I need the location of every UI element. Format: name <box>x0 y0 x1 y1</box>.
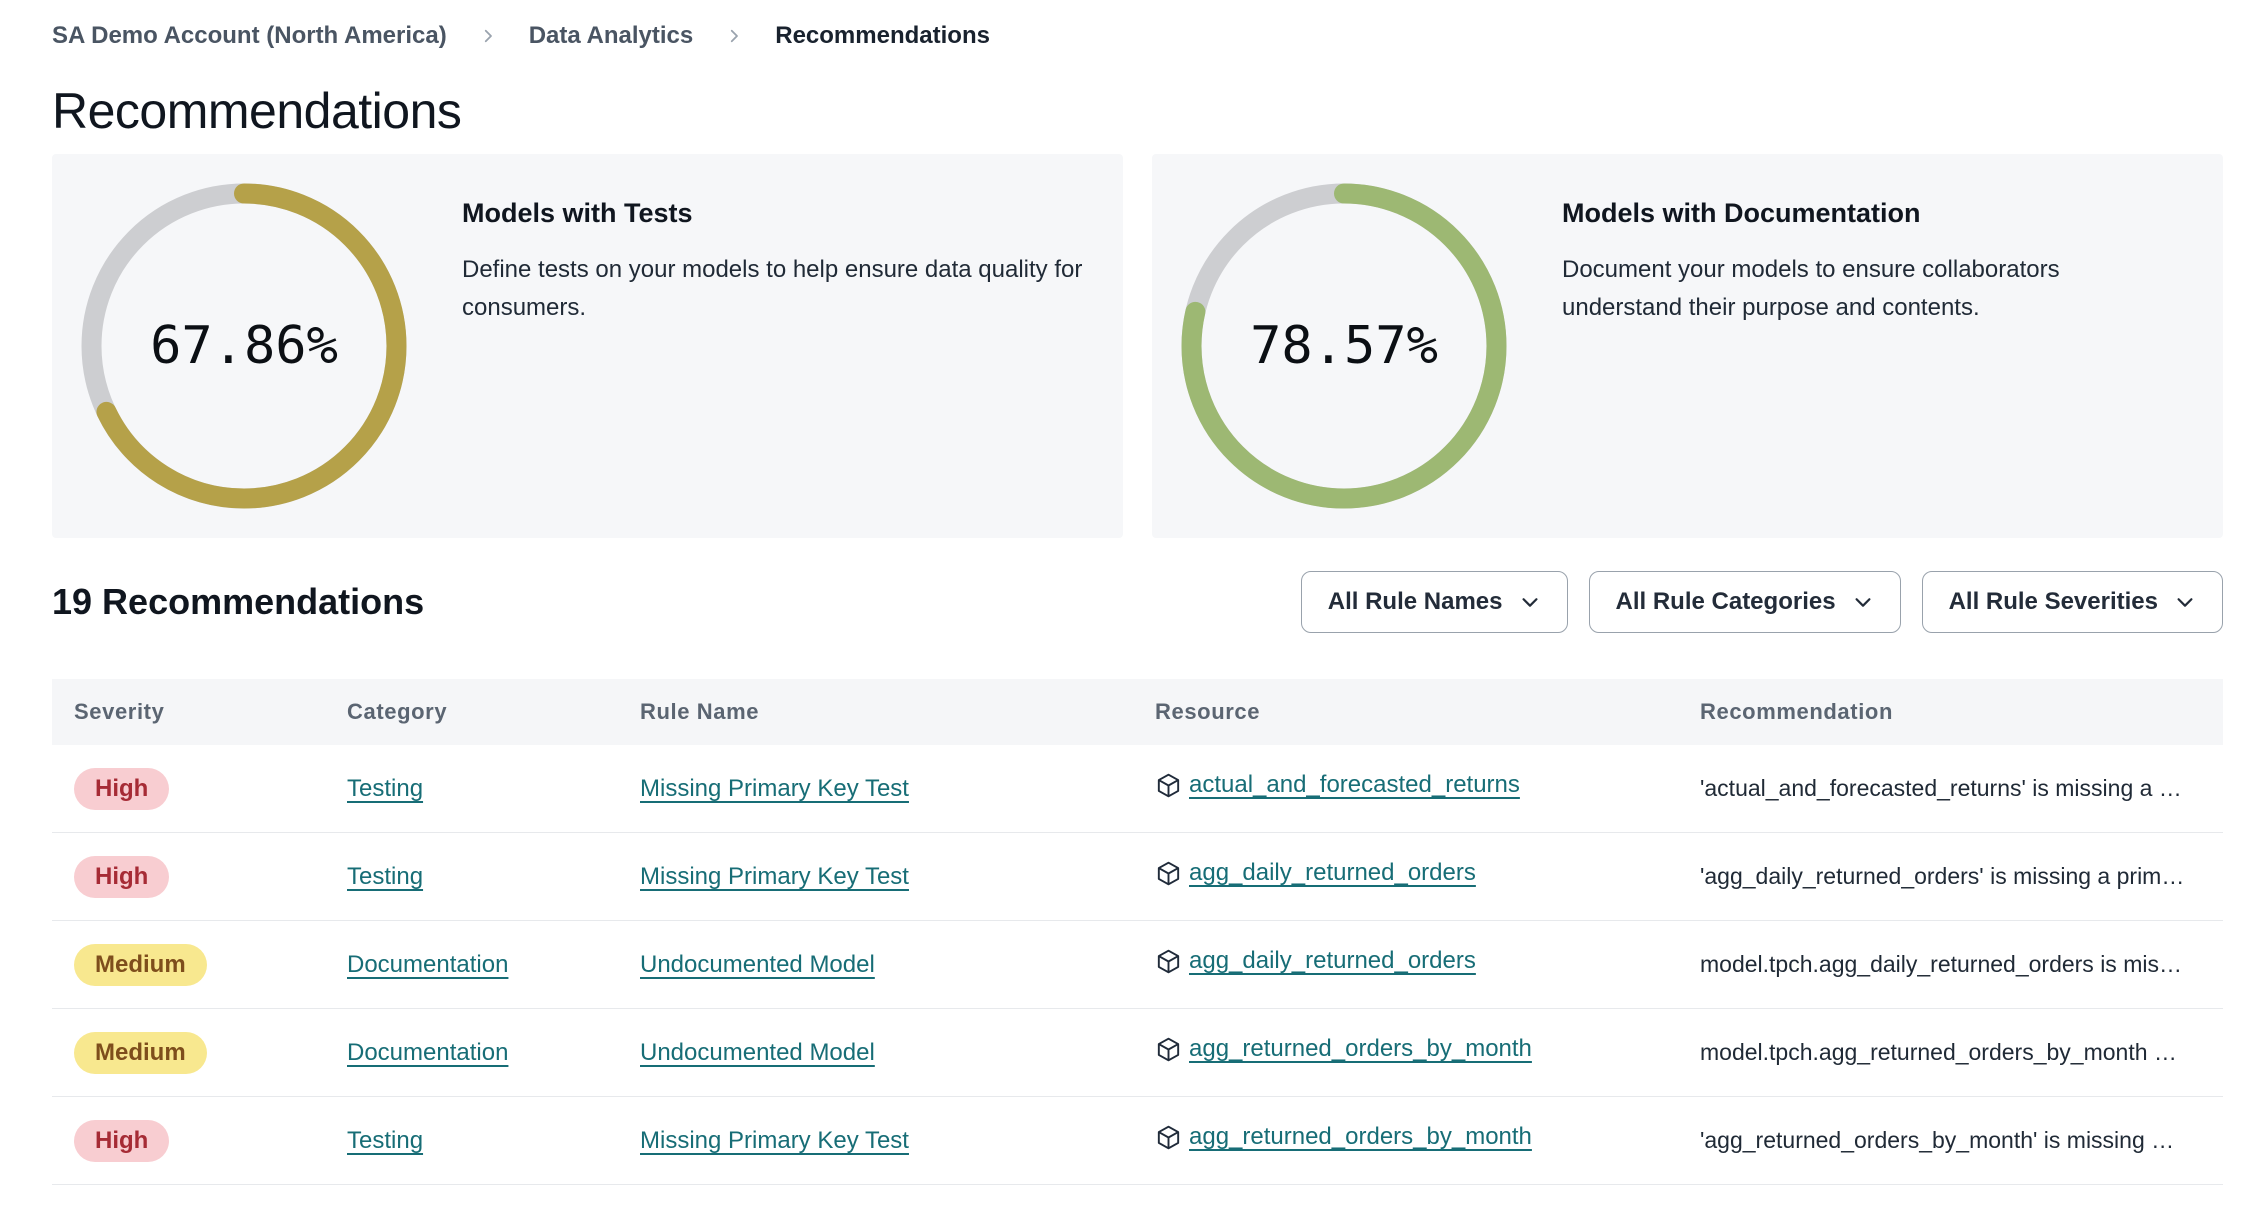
table-row: High Testing Missing Primary Key Test ac… <box>52 745 2223 833</box>
recommendations-count-title: 19 Recommendations <box>52 581 425 622</box>
filters: All Rule Names All Rule Categories All R… <box>1300 571 2223 633</box>
chevron-down-icon <box>2174 591 2196 613</box>
chevron-right-icon <box>479 27 497 45</box>
category-link[interactable]: Testing <box>347 863 423 890</box>
card-models-with-tests: 67.86% Models with Tests Define tests on… <box>52 154 1123 538</box>
recommendation-text: 'actual_and_forecasted_returns' is missi… <box>1700 775 2182 801</box>
table-header-row: Severity Category Rule Name Resource Rec… <box>52 679 2223 745</box>
cube-icon <box>1155 948 1182 975</box>
column-header-category: Category <box>347 699 448 724</box>
resource-link[interactable]: agg_daily_returned_orders <box>1189 947 1476 975</box>
donut-value-label: 78.57% <box>1250 316 1438 376</box>
category-link[interactable]: Testing <box>347 1127 423 1154</box>
chevron-right-icon <box>725 27 743 45</box>
table-row: Medium Documentation Undocumented Model … <box>52 1009 2223 1097</box>
card-text-documentation: Models with Documentation Document your … <box>1536 154 2223 538</box>
filter-label: All Rule Categories <box>1615 588 1836 615</box>
filter-rule-categories[interactable]: All Rule Categories <box>1588 571 1901 633</box>
recommendation-text: model.tpch.agg_returned_orders_by_month … <box>1700 1039 2177 1065</box>
card-description: Document your models to ensure collabora… <box>1562 256 2060 321</box>
recommendation-text: 'agg_returned_orders_by_month' is missin… <box>1700 1127 2175 1153</box>
cube-icon <box>1155 1124 1182 1151</box>
donut-chart-tests: 67.86% <box>52 154 436 538</box>
column-header-severity: Severity <box>74 699 165 724</box>
recommendations-list-header: 19 Recommendations All Rule Names All Ru… <box>52 571 2223 633</box>
filter-label: All Rule Severities <box>1948 588 2158 615</box>
table-body: High Testing Missing Primary Key Test ac… <box>52 745 2223 1185</box>
table-row: Medium Documentation Undocumented Model … <box>52 921 2223 1009</box>
column-header-resource: Resource <box>1155 699 1261 724</box>
category-link[interactable]: Documentation <box>347 951 508 978</box>
card-models-with-documentation: 78.57% Models with Documentation Documen… <box>1152 154 2223 538</box>
resource-link[interactable]: agg_returned_orders_by_month <box>1189 1123 1532 1151</box>
filter-rule-names[interactable]: All Rule Names <box>1300 571 1568 633</box>
category-link[interactable]: Documentation <box>347 1039 508 1066</box>
chevron-down-icon <box>1852 591 1874 613</box>
donut-chart-documentation: 78.57% <box>1152 154 1536 538</box>
card-title: Models with Tests <box>462 198 693 228</box>
card-title: Models with Documentation <box>1562 198 1921 228</box>
resource-link[interactable]: actual_and_forecasted_returns <box>1189 771 1520 799</box>
filter-rule-severities[interactable]: All Rule Severities <box>1921 571 2223 633</box>
rule-name-link[interactable]: Missing Primary Key Test <box>640 1127 909 1154</box>
rule-name-link[interactable]: Missing Primary Key Test <box>640 775 909 802</box>
category-link[interactable]: Testing <box>347 775 423 802</box>
card-text-tests: Models with Tests Define tests on your m… <box>436 154 1123 538</box>
rule-name-link[interactable]: Missing Primary Key Test <box>640 863 909 890</box>
rule-name-link[interactable]: Undocumented Model <box>640 1039 875 1066</box>
table-row: High Testing Missing Primary Key Test ag… <box>52 1097 2223 1185</box>
severity-badge: High <box>74 855 170 898</box>
recommendation-text: model.tpch.agg_daily_returned_orders is … <box>1700 951 2182 977</box>
column-header-rule-name: Rule Name <box>640 699 760 724</box>
rule-name-link[interactable]: Undocumented Model <box>640 951 875 978</box>
breadcrumb-item-current: Recommendations <box>775 22 990 49</box>
metric-cards: 67.86% Models with Tests Define tests on… <box>52 154 2223 538</box>
breadcrumb-item-account[interactable]: SA Demo Account (North America) <box>52 22 447 50</box>
breadcrumb: SA Demo Account (North America) Data Ana… <box>0 0 2248 50</box>
column-header-recommendation: Recommendation <box>1700 699 1893 724</box>
resource-link[interactable]: agg_daily_returned_orders <box>1189 859 1476 887</box>
severity-badge: High <box>74 1119 170 1162</box>
severity-badge: Medium <box>74 943 207 986</box>
cube-icon <box>1155 772 1182 799</box>
cube-icon <box>1155 860 1182 887</box>
table-row: High Testing Missing Primary Key Test ag… <box>52 833 2223 921</box>
filter-label: All Rule Names <box>1327 588 1503 615</box>
cube-icon <box>1155 1036 1182 1063</box>
severity-badge: High <box>74 767 170 810</box>
chevron-down-icon <box>1519 591 1541 613</box>
recommendation-text: 'agg_daily_returned_orders' is missing a… <box>1700 863 2185 889</box>
card-description: Define tests on your models to help ensu… <box>462 256 1083 321</box>
severity-badge: Medium <box>74 1031 207 1074</box>
breadcrumb-item-project[interactable]: Data Analytics <box>529 22 694 50</box>
resource-link[interactable]: agg_returned_orders_by_month <box>1189 1035 1532 1063</box>
page-title: Recommendations <box>52 83 462 139</box>
donut-value-label: 67.86% <box>150 316 338 376</box>
recommendations-table: Severity Category Rule Name Resource Rec… <box>52 679 2223 1185</box>
